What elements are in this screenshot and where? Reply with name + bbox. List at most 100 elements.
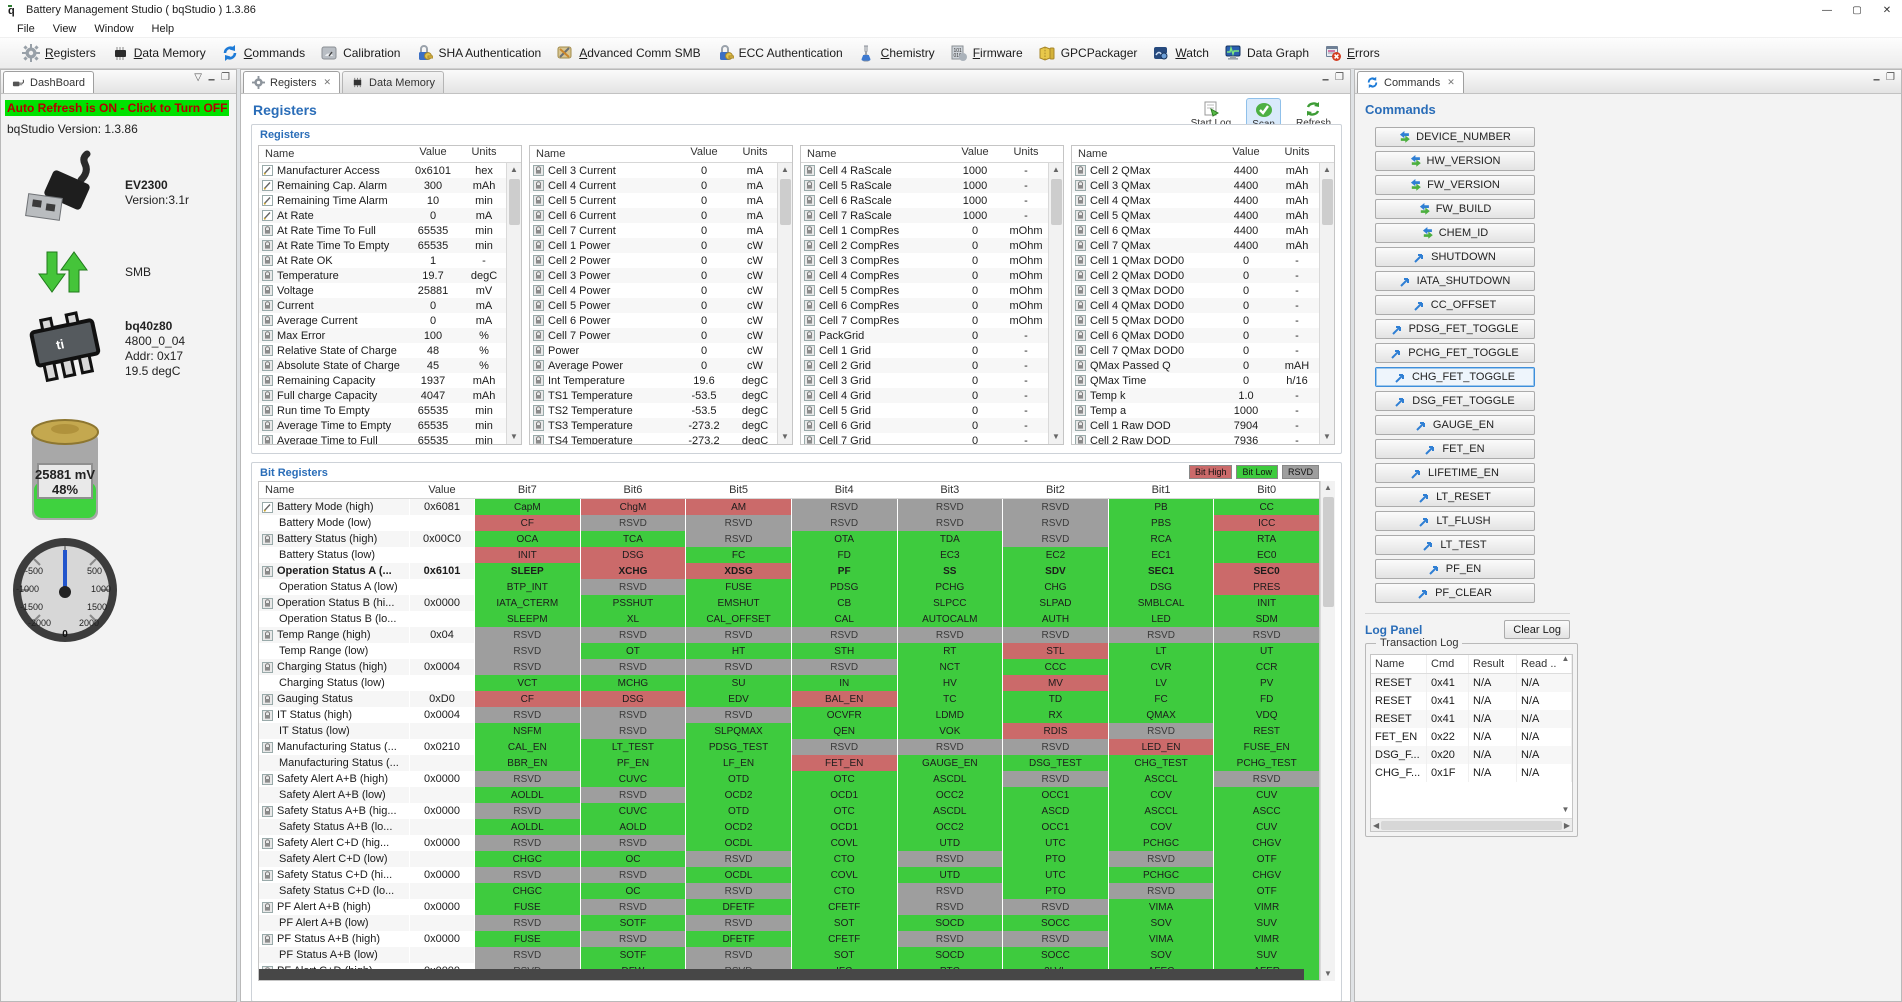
register-row[interactable]: Cell 5 QMax DOD0 0 - <box>1072 313 1319 328</box>
column-header-value[interactable]: Value <box>404 146 462 162</box>
bit-register-row[interactable]: Safety Alert C+D (low) CHGC OC RSVD CTO RSVD P… <box>259 851 1319 867</box>
command-button-shutdown[interactable]: SHUTDOWN <box>1375 247 1535 267</box>
toolbar-item-data-memory[interactable]: Data Memory <box>105 41 215 65</box>
bit-register-row[interactable]: PF Status A+B (high) 0x0000 FUSE RSVD DFETF C… <box>259 931 1319 947</box>
register-row[interactable]: Cell 5 RaScale 1000 - <box>801 178 1048 193</box>
device-row[interactable]: ti bq40z80 4800_0_04 Addr: 0x17 19.5 deg… <box>5 308 232 390</box>
register-row[interactable]: Average Time to Full 65535 min <box>259 433 506 444</box>
bit-register-row[interactable]: Safety Status C+D (lo... CHGC OC RSVD CTO RSV… <box>259 883 1319 899</box>
register-row[interactable]: Cell 6 QMax 4400 mAh <box>1072 223 1319 238</box>
register-row[interactable]: Cell 2 QMax 4400 mAh <box>1072 163 1319 178</box>
register-row[interactable]: Cell 5 CompRes 0 mOhm <box>801 283 1048 298</box>
register-row[interactable]: Cell 7 Current 0 mA <box>530 223 777 238</box>
register-row[interactable]: Cell 4 Power 0 cW <box>530 283 777 298</box>
bit-register-row[interactable]: Manufacturing Status (... 0x0210 CAL_EN LT_… <box>259 739 1319 755</box>
bit-register-row[interactable]: Charging Status (low) VCT MCHG SU IN HV MV LV PV <box>259 675 1319 691</box>
register-row[interactable]: Cell 2 QMax DOD0 0 - <box>1072 268 1319 283</box>
register-row[interactable]: Cell 2 Raw DOD 7936 - <box>1072 433 1319 444</box>
register-row[interactable]: Int Temperature 19.6 degC <box>530 373 777 388</box>
bit-register-row[interactable]: Safety Alert A+B (high) 0x0000 RSVD CUVC OTD… <box>259 771 1319 787</box>
command-button-hw-version[interactable]: HW_VERSION <box>1375 151 1535 171</box>
register-row[interactable]: Temp a 1000 - <box>1072 403 1319 418</box>
register-row[interactable]: Cell 7 QMax DOD0 0 - <box>1072 343 1319 358</box>
register-row[interactable]: Cell 1 Power 0 cW <box>530 238 777 253</box>
register-row[interactable]: Cell 4 Grid 0 - <box>801 388 1048 403</box>
register-row[interactable]: Average Time to Empty 65535 min <box>259 418 506 433</box>
register-row[interactable]: Remaining Time Alarm 10 min <box>259 193 506 208</box>
toolbar-item-firmware[interactable]: 101 010 Firmware <box>944 41 1032 65</box>
register-row[interactable]: Cell 3 Power 0 cW <box>530 268 777 283</box>
register-row[interactable]: Cell 1 CompRes 0 mOhm <box>801 223 1048 238</box>
bit-register-row[interactable]: Operation Status B (hi... 0x0000 IATA_CTER… <box>259 595 1319 611</box>
command-button-dsg-fet-toggle[interactable]: DSG_FET_TOGGLE <box>1375 391 1535 411</box>
register-row[interactable]: Cell 3 Current 0 mA <box>530 163 777 178</box>
register-row[interactable]: At Rate OK 1 - <box>259 253 506 268</box>
register-row[interactable]: Cell 5 QMax 4400 mAh <box>1072 208 1319 223</box>
tab-data-memory[interactable]: Data Memory <box>342 71 445 93</box>
register-row[interactable]: Cell 6 CompRes 0 mOhm <box>801 298 1048 313</box>
toolbar-item-watch[interactable]: Watch <box>1146 41 1218 65</box>
table-scrollbar[interactable]: ▲ ▼ <box>1048 163 1063 444</box>
register-row[interactable]: Manufacturer Access 0x6101 hex <box>259 163 506 178</box>
command-button-fw-version[interactable]: FW_VERSION <box>1375 175 1535 195</box>
bit-register-row[interactable]: Charging Status (high) 0x0004 RSVD RSVD RSVD… <box>259 659 1319 675</box>
register-row[interactable]: Run time To Empty 65535 min <box>259 403 506 418</box>
bit-column-header-bit7[interactable]: Bit7 <box>475 482 580 498</box>
command-button-lt-test[interactable]: LT_TEST <box>1375 535 1535 555</box>
register-row[interactable]: Cell 3 Grid 0 - <box>801 373 1048 388</box>
register-row[interactable]: QMax Passed Q 0 mAH <box>1072 358 1319 373</box>
command-button-pdsg-fet-toggle[interactable]: PDSG_FET_TOGGLE <box>1375 319 1535 339</box>
register-row[interactable]: Cell 1 Grid 0 - <box>801 343 1048 358</box>
register-row[interactable]: Cell 2 Power 0 cW <box>530 253 777 268</box>
adapter-row[interactable]: EV2300 Version:3.1r <box>5 150 232 236</box>
table-scrollbar[interactable]: ▲ ▼ <box>777 163 792 444</box>
register-row[interactable]: Cell 3 QMax DOD0 0 - <box>1072 283 1319 298</box>
bit-column-header-bit1[interactable]: Bit1 <box>1109 482 1214 498</box>
toolbar-item-chemistry[interactable]: Chemistry <box>852 41 944 65</box>
log-row[interactable]: RESET 0x41 N/A N/A <box>1371 674 1572 692</box>
bit-register-row[interactable]: Temp Range (low) RSVD OT HT STH RT STL LT UT <box>259 643 1319 659</box>
bit-column-header-value[interactable]: Value <box>410 482 474 498</box>
register-row[interactable]: TS1 Temperature -53.5 degC <box>530 388 777 403</box>
command-button-lt-reset[interactable]: LT_RESET <box>1375 487 1535 507</box>
bit-register-row[interactable]: Temp Range (high) 0x04 RSVD RSVD RSVD RSVD RSV… <box>259 627 1319 643</box>
bit-register-row[interactable]: Battery Status (low) INIT DSG FC FD EC3 EC2 EC1… <box>259 547 1319 563</box>
bit-register-row[interactable]: Safety Status A+B (lo... AOLDL AOLD OCD2 OCD… <box>259 819 1319 835</box>
register-row[interactable]: Cell 7 Power 0 cW <box>530 328 777 343</box>
column-header-value[interactable]: Value <box>946 146 1004 162</box>
bit-register-row[interactable]: Operation Status B (lo... SLEEPM XL CAL_OFF… <box>259 611 1319 627</box>
register-row[interactable]: Cell 6 Current 0 mA <box>530 208 777 223</box>
column-header-value[interactable]: Value <box>1217 146 1275 162</box>
bit-column-header-bit6[interactable]: Bit6 <box>581 482 686 498</box>
register-row[interactable]: Cell 2 CompRes 0 mOhm <box>801 238 1048 253</box>
view-menu-icon[interactable]: ▽ <box>194 72 202 89</box>
log-horizontal-scrollbar[interactable]: ◀ ▶ <box>1371 818 1572 831</box>
register-row[interactable]: Cell 3 QMax 4400 mAh <box>1072 178 1319 193</box>
column-header-units[interactable]: Units <box>1004 146 1048 162</box>
bit-column-header-bit4[interactable]: Bit4 <box>792 482 897 498</box>
register-row[interactable]: Cell 6 Power 0 cW <box>530 313 777 328</box>
maximize-view-icon[interactable]: ❐ <box>1886 72 1895 89</box>
column-header-name[interactable]: Name <box>259 146 404 162</box>
command-button-pf-clear[interactable]: PF_CLEAR <box>1375 583 1535 603</box>
toolbar-item-gpcpackager[interactable]: GPCPackager <box>1032 41 1147 65</box>
command-button-device-number[interactable]: DEVICE_NUMBER <box>1375 127 1535 147</box>
register-row[interactable]: Cell 4 CompRes 0 mOhm <box>801 268 1048 283</box>
command-button-pchg-fet-toggle[interactable]: PCHG_FET_TOGGLE <box>1375 343 1535 363</box>
bit-register-row[interactable]: Operation Status A (... 0x6101 SLEEP XCHG XD… <box>259 563 1319 579</box>
toolbar-item-registers[interactable]: Registers <box>16 41 105 65</box>
register-row[interactable]: Cell 2 Grid 0 - <box>801 358 1048 373</box>
bit-register-row[interactable]: Safety Status A+B (hig... 0x0000 RSVD CUVC O… <box>259 803 1319 819</box>
register-row[interactable]: PackGrid 0 - <box>801 328 1048 343</box>
register-row[interactable]: Current 0 mA <box>259 298 506 313</box>
toolbar-item-ecc-authentication[interactable]: ECC Authentication <box>710 41 852 65</box>
menu-file[interactable]: File <box>8 23 44 35</box>
scroll-down-icon[interactable]: ▼ <box>1324 967 1332 981</box>
register-row[interactable]: At Rate Time To Empty 65535 min <box>259 238 506 253</box>
register-row[interactable]: Cell 6 QMax DOD0 0 - <box>1072 328 1319 343</box>
bit-register-row[interactable]: IT Status (high) 0x0004 RSVD RSVD RSVD OCVFR L… <box>259 707 1319 723</box>
menu-help[interactable]: Help <box>143 23 184 35</box>
register-row[interactable]: Cell 1 Raw DOD 7904 - <box>1072 418 1319 433</box>
register-row[interactable]: Average Power 0 cW <box>530 358 777 373</box>
log-column-header-name[interactable]: Name <box>1371 655 1427 673</box>
